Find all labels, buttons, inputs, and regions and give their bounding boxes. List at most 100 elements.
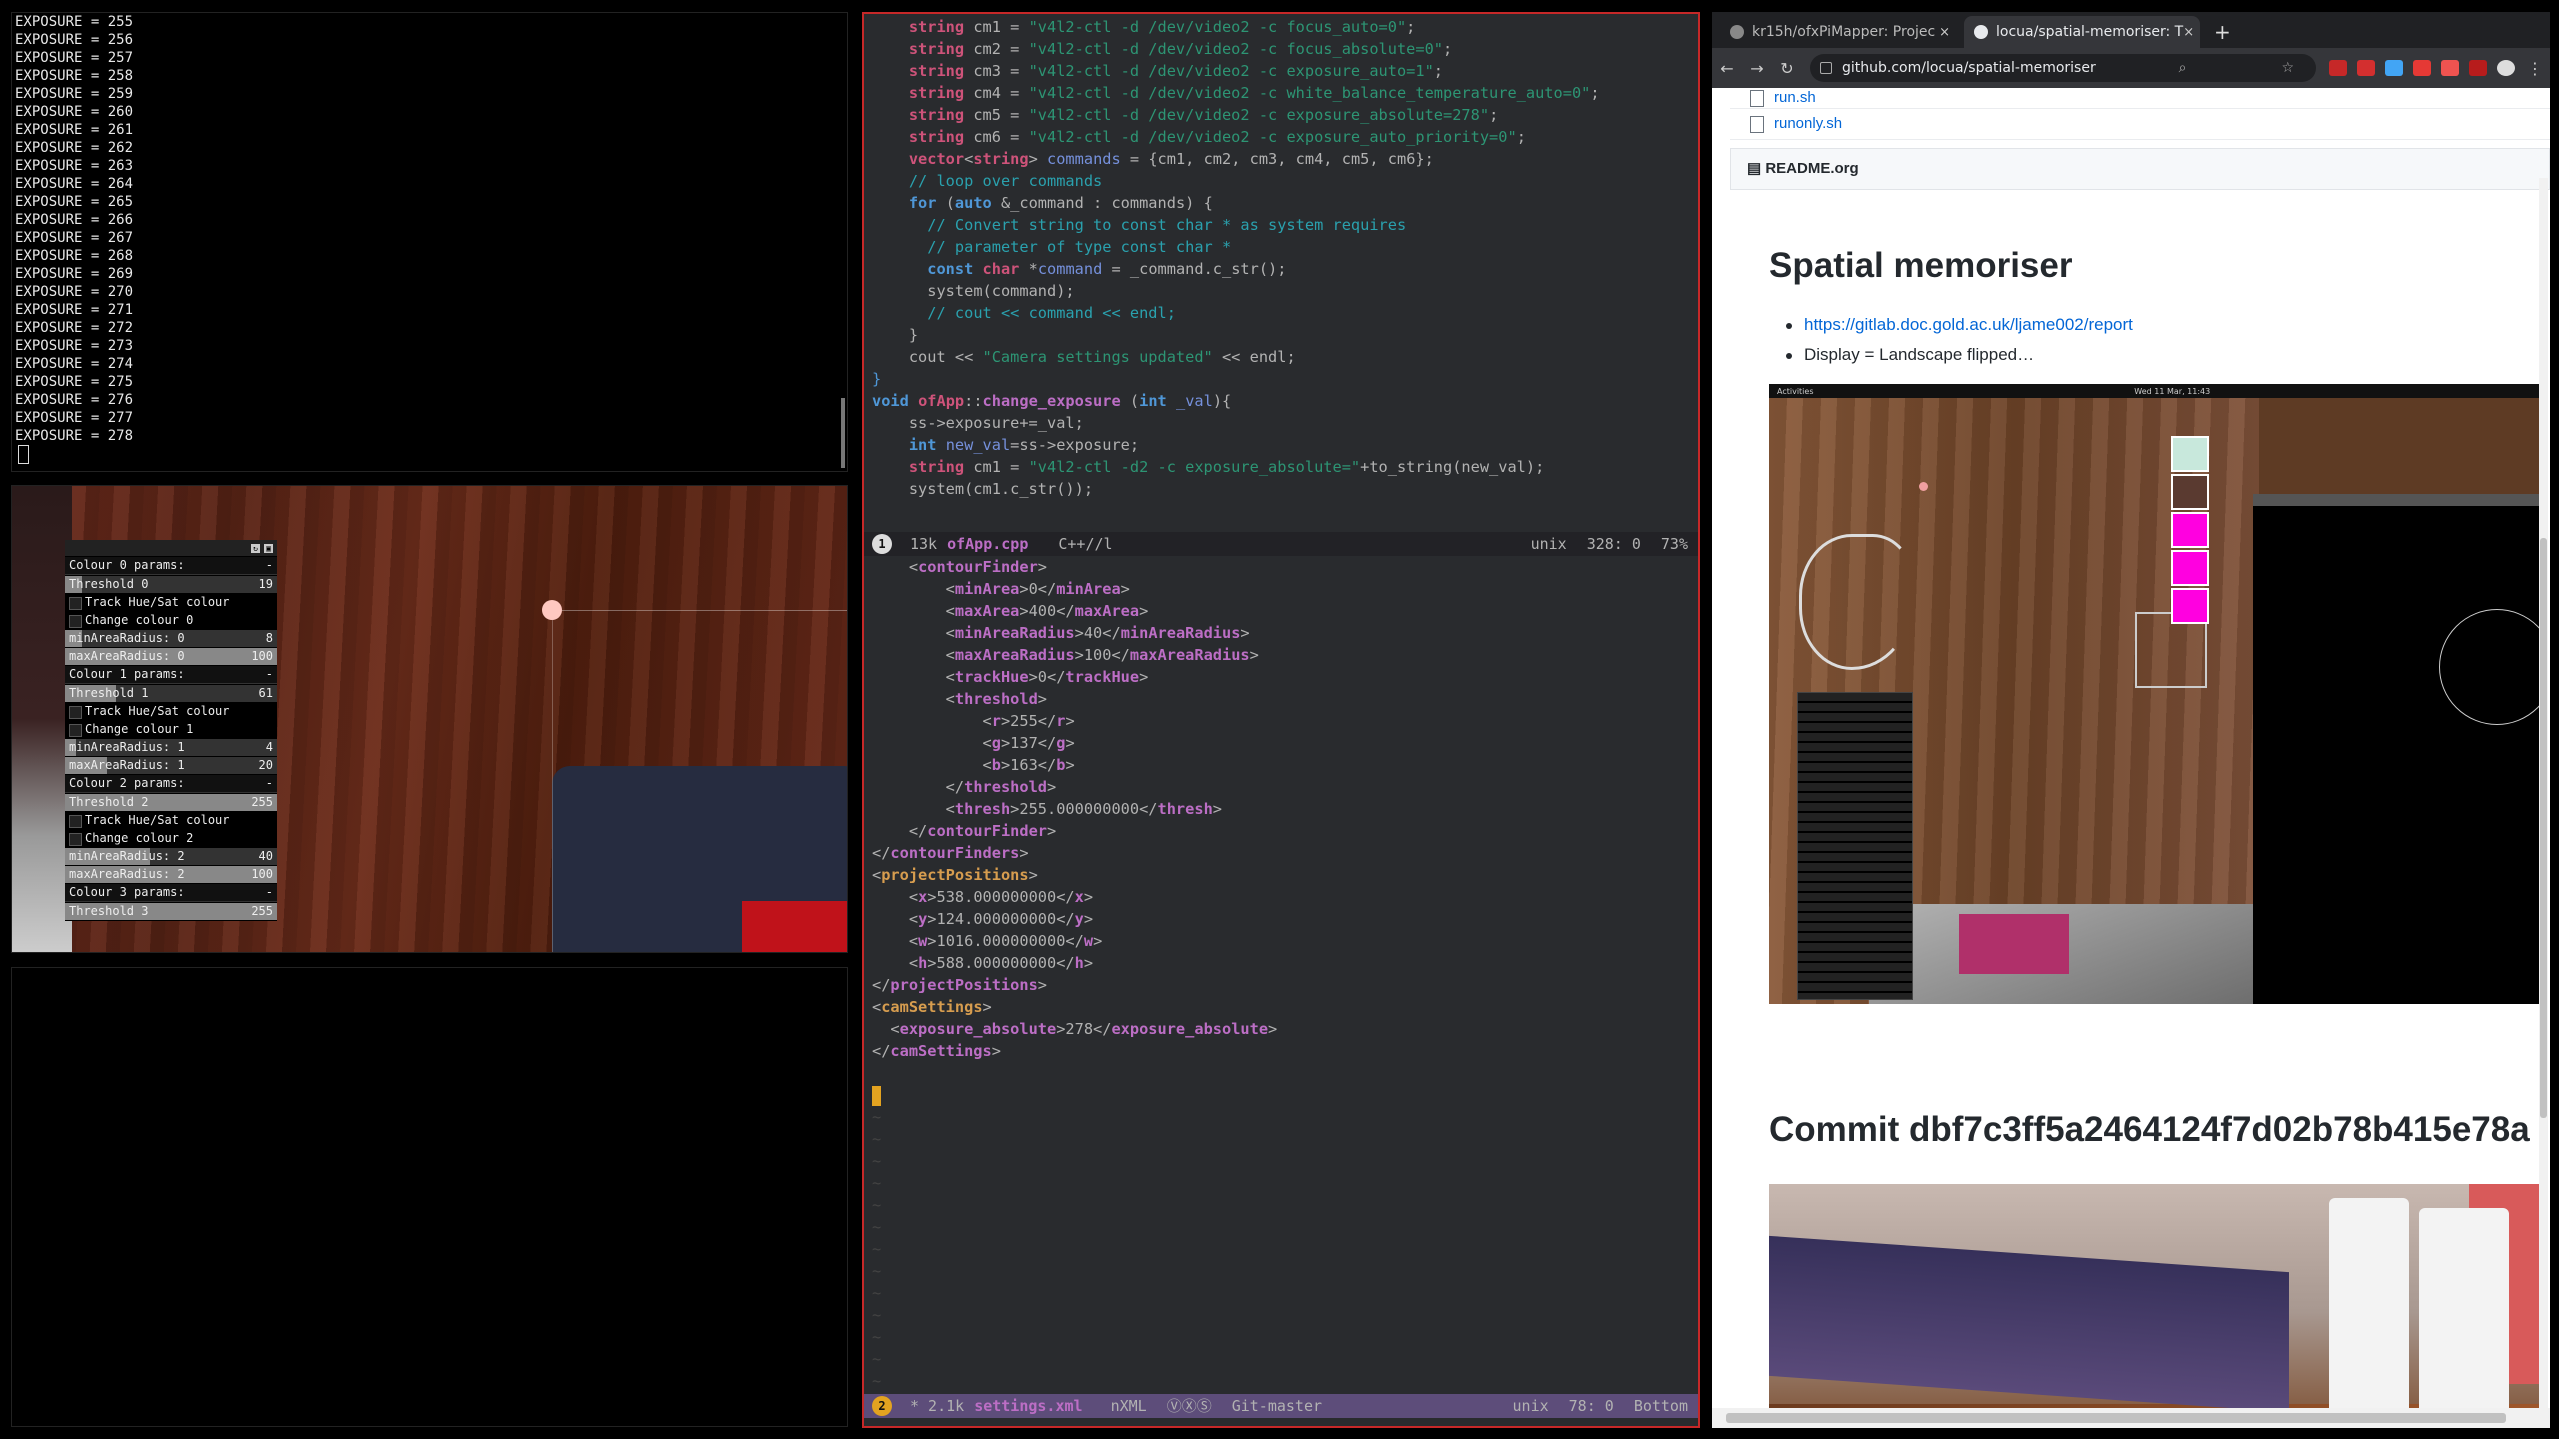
- max-radius-slider[interactable]: maxAreaRadius: 2 100: [65, 866, 277, 883]
- code-line: system(command);: [864, 280, 1698, 302]
- code-token: int: [1139, 392, 1167, 410]
- github-page[interactable]: run.sh runonly.sh ▤ README.org Spatial m…: [1712, 88, 2550, 1408]
- group-title: Colour 1 params:: [69, 667, 185, 681]
- code-token: </: [872, 822, 928, 840]
- close-tab-icon[interactable]: ×: [2183, 25, 2194, 40]
- code-token: <: [872, 866, 882, 884]
- page-scrollbar-thumb[interactable]: [2540, 538, 2547, 1118]
- horizontal-scrollbar[interactable]: [1712, 1408, 2550, 1428]
- extension-heart-icon[interactable]: [2441, 60, 2459, 76]
- max-radius-slider[interactable]: maxAreaRadius: 0 100: [65, 648, 277, 665]
- code-line: }: [864, 324, 1698, 346]
- extension-video-icon[interactable]: [2413, 60, 2431, 76]
- gui-save-icon[interactable]: ↻: [251, 543, 260, 553]
- threshold-slider[interactable]: Threshold 2 255: [65, 794, 277, 811]
- gui-group-header[interactable]: Colour 2 params: -: [65, 775, 277, 793]
- code-token: cm3 =: [964, 62, 1029, 80]
- track-hue-toggle[interactable]: Track Hue/Sat colour: [65, 812, 277, 829]
- gui-group-header[interactable]: Colour 3 params: -: [65, 884, 277, 902]
- code-line: <maxAreaRadius>100</maxAreaRadius>: [864, 644, 1698, 666]
- gui-load-icon[interactable]: ▣: [264, 543, 273, 553]
- tab-title: locua/spatial-memoriser: T: [1996, 24, 2184, 40]
- tab-spatial-memoriser[interactable]: locua/spatial-memoriser: T ×: [1964, 16, 2200, 48]
- address-bar[interactable]: github.com/locua/spatial-memoriser ⌕ ☆: [1810, 54, 2316, 82]
- report-link[interactable]: https://gitlab.doc.gold.ac.uk/ljame002/r…: [1804, 315, 2133, 334]
- empty-line-marker: ~: [872, 1240, 882, 1258]
- code-token: exposure_absolute: [899, 1020, 1057, 1038]
- gui-group-header[interactable]: Colour 1 params: -: [65, 666, 277, 684]
- min-radius-slider[interactable]: minAreaRadius: 2 40: [65, 848, 277, 865]
- code-token: string: [908, 128, 965, 146]
- extension-shield-icon[interactable]: [2329, 60, 2347, 76]
- back-button[interactable]: ←: [1712, 59, 1742, 78]
- horizontal-scrollbar-thumb[interactable]: [1726, 1413, 2506, 1423]
- code-line: string cm3 = "v4l2-ctl -d /dev/video2 -c…: [864, 60, 1698, 82]
- terminal-line: EXPOSURE = 276: [15, 392, 134, 408]
- menu-kebab-icon[interactable]: ⋮: [2520, 59, 2550, 78]
- threshold-slider[interactable]: Threshold 1 61: [65, 685, 277, 702]
- code-line: </camSettings>: [864, 1040, 1698, 1062]
- file-row[interactable]: runonly.sh: [1730, 109, 2550, 140]
- xml-buffer[interactable]: <contourFinder> <minArea>0</minArea> <ma…: [864, 556, 1698, 1394]
- change-colour-toggle[interactable]: Change colour 2: [65, 830, 277, 847]
- threshold-slider[interactable]: Threshold 0 19: [65, 576, 277, 593]
- empty-line-marker: ~: [872, 1152, 882, 1170]
- code-line: // loop over commands: [864, 170, 1698, 192]
- page-scrollbar[interactable]: [2539, 178, 2548, 1408]
- track-hue-toggle[interactable]: Track Hue/Sat colour: [65, 594, 277, 611]
- min-radius-slider[interactable]: minAreaRadius: 0 8: [65, 630, 277, 647]
- text-cursor: [872, 1085, 881, 1106]
- slider-label: maxAreaRadius: 2: [69, 867, 185, 881]
- track-hue-toggle[interactable]: Track Hue/Sat colour: [65, 703, 277, 720]
- file-link[interactable]: run.sh: [1774, 90, 1816, 105]
- file-row[interactable]: run.sh: [1730, 88, 2550, 109]
- code-token: <: [872, 800, 955, 818]
- github-icon: [1974, 25, 1988, 39]
- forward-button[interactable]: →: [1742, 59, 1772, 78]
- code-line: const char *command = _command.c_str();: [864, 258, 1698, 280]
- browser-window[interactable]: kr15h/ofxPiMapper: Projec × locua/spatia…: [1712, 12, 2550, 1428]
- terminal-line: EXPOSURE = 275: [15, 374, 134, 390]
- list-item: Display = Landscape flipped…: [1769, 340, 2133, 370]
- new-tab-button[interactable]: +: [2214, 20, 2231, 44]
- min-radius-slider[interactable]: minAreaRadius: 1 4: [65, 739, 277, 756]
- code-line: string cm1 = "v4l2-ctl -d2 -c exposure_a…: [864, 456, 1698, 478]
- terminal-window[interactable]: EXPOSURE = 255 EXPOSURE = 256 EXPOSURE = 2…: [11, 12, 848, 472]
- code-token: +to_string(new_val);: [1360, 458, 1545, 476]
- zoom-icon[interactable]: ⌕: [2179, 60, 2199, 76]
- camera-view-window[interactable]: ↻ ▣ Colour 0 params: - Threshold 0 19 Track …: [11, 485, 848, 953]
- profile-avatar-icon[interactable]: [2497, 60, 2515, 76]
- close-tab-icon[interactable]: ×: [1939, 25, 1950, 40]
- params-gui-panel[interactable]: ↻ ▣ Colour 0 params: - Threshold 0 19 Track …: [65, 540, 277, 921]
- group-title: Colour 0 params:: [69, 558, 185, 572]
- gui-group-header[interactable]: Colour 0 params: -: [65, 557, 277, 575]
- extension-red-icon[interactable]: [2357, 60, 2375, 76]
- code-token: >40</: [1074, 624, 1121, 642]
- threshold-slider[interactable]: Threshold 3 255: [65, 903, 277, 920]
- file-link[interactable]: runonly.sh: [1774, 109, 1842, 139]
- camera-background-object: [12, 486, 72, 952]
- bookmark-star-icon[interactable]: ☆: [2281, 60, 2306, 76]
- code-token: <: [872, 932, 919, 950]
- max-radius-slider[interactable]: maxAreaRadius: 1 20: [65, 757, 277, 774]
- emacs-editor-window[interactable]: string cm1 = "v4l2-ctl -d /dev/video2 -c…: [862, 12, 1700, 1428]
- extension-blue-icon[interactable]: [2385, 60, 2403, 76]
- code-line: string cm2 = "v4l2-ctl -d /dev/video2 -c…: [864, 38, 1698, 60]
- code-token: (: [1120, 392, 1140, 410]
- buffer-filename: settings.xml: [974, 1397, 1083, 1415]
- extension-badge-icon[interactable]: [2469, 60, 2487, 76]
- cpp-buffer[interactable]: string cm1 = "v4l2-ctl -d /dev/video2 -c…: [864, 14, 1698, 532]
- code-token: system(cm1.c_str());: [872, 480, 1094, 498]
- code-token: >: [1139, 668, 1149, 686]
- terminal-line: EXPOSURE = 268: [15, 248, 134, 264]
- code-token: >278</: [1056, 1020, 1112, 1038]
- change-colour-toggle[interactable]: Change colour 1: [65, 721, 277, 738]
- code-line: system(cm1.c_str());: [864, 478, 1698, 500]
- tab-ofxpimapper[interactable]: kr15h/ofxPiMapper: Projec ×: [1720, 16, 1960, 48]
- terminal-scrollbar[interactable]: [841, 398, 845, 468]
- reload-button[interactable]: ↻: [1772, 59, 1802, 78]
- code-line: <trackHue>0</trackHue>: [864, 666, 1698, 688]
- code-token: x: [1074, 888, 1084, 906]
- change-colour-toggle[interactable]: Change colour 0: [65, 612, 277, 629]
- slider-value: 100: [251, 649, 273, 663]
